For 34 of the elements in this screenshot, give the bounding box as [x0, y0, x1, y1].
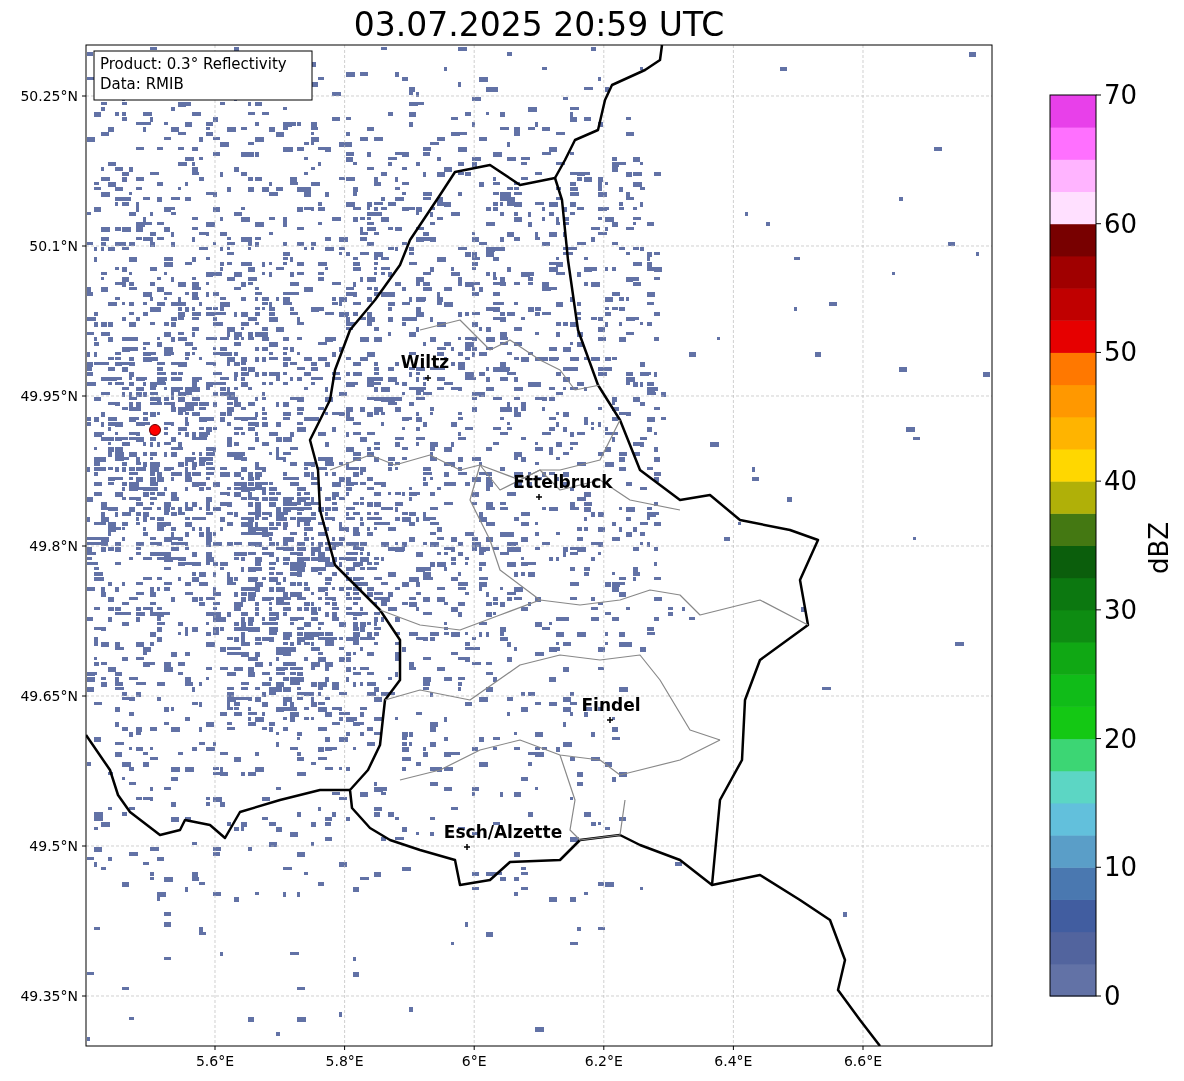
axis-tick-label: 49.8°N	[29, 538, 78, 554]
colorbar-tick-label: 20	[1104, 723, 1138, 754]
city-label: Ettelbruck	[513, 472, 613, 492]
axis-tick-label: 49.65°N	[20, 688, 78, 704]
info-text: Data: RMIB	[100, 75, 184, 93]
city-label: Findel	[581, 695, 641, 715]
colorbar-tick-label: 10	[1104, 852, 1138, 883]
axis-tick-label: 5.8°E	[325, 1053, 364, 1069]
axis-tick-label: 49.95°N	[20, 388, 78, 404]
radar-site-icon	[149, 424, 161, 436]
axis-tick-label: 6.6°E	[843, 1053, 883, 1069]
info-text: Product: 0.3° Reflectivity	[100, 55, 287, 73]
axis-tick-label: 6.2°E	[584, 1053, 623, 1069]
chart-title: 03.07.2025 20:59 UTC	[353, 5, 725, 44]
city-marker-icon	[606, 716, 614, 724]
colorbar-tick-label: 70	[1104, 80, 1138, 110]
colorbar-tick-label: 0	[1104, 981, 1121, 1011]
colorbar-tick-label: 30	[1104, 594, 1138, 625]
city-marker-icon	[463, 843, 471, 851]
city-label: Esch/Alzette	[443, 822, 563, 842]
colorbar-tick-label: 40	[1104, 466, 1138, 497]
axis-tick-label: 49.5°N	[29, 838, 78, 854]
axis-tick-label: 49.35°N	[20, 988, 78, 1004]
colorbar-label: dBZ	[1144, 521, 1174, 575]
city-marker-icon	[535, 493, 543, 501]
colorbar-tick-label: 50	[1104, 337, 1138, 368]
city-marker-icon	[424, 374, 432, 382]
axis-tick-label: 6.4°E	[714, 1053, 753, 1069]
axis-tick-label: 50.25°N	[20, 88, 78, 104]
colorbar-tick-label: 60	[1104, 208, 1138, 239]
axis-tick-label: 6°E	[461, 1053, 487, 1069]
city-label: Wiltz	[400, 352, 450, 372]
axis-tick-label: 50.1°N	[29, 238, 78, 254]
axis-tick-label: 5.6°E	[195, 1053, 235, 1069]
